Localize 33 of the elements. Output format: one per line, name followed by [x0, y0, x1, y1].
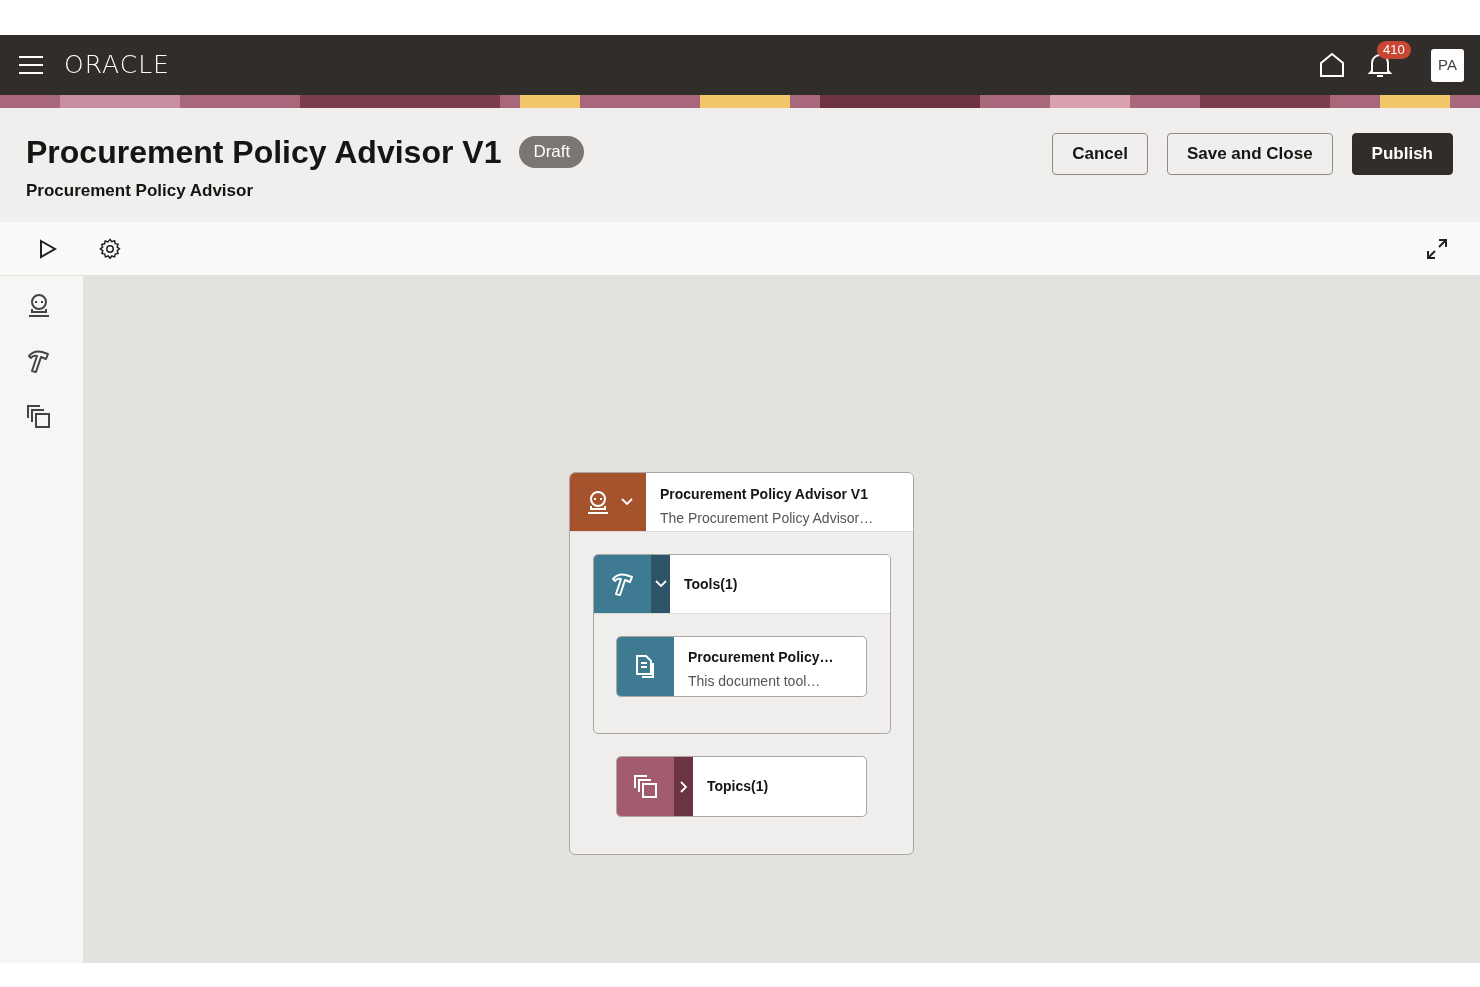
hammer-icon	[609, 571, 636, 597]
group-title: Tools(1)	[683, 574, 738, 594]
agent-card[interactable]: Procurement Policy Advisor V1 The Procurement Policy Advisor… Tools(1) Procurement Policy… This document tool… Topics(1)	[569, 472, 914, 855]
hammer-icon[interactable]	[26, 348, 52, 374]
page-subtitle: Procurement Policy Advisor	[26, 180, 255, 202]
robot-icon	[585, 489, 611, 515]
agent-description: The Procurement Policy Advisor…	[660, 509, 874, 528]
avatar-button[interactable]: PA	[1431, 48, 1464, 82]
chevron-right-icon[interactable]	[679, 780, 688, 793]
copy-icon[interactable]	[26, 404, 52, 430]
status-badge: Draft	[519, 136, 585, 168]
chevron-down-icon[interactable]	[654, 580, 667, 588]
tool-card[interactable]: Procurement Policy… This document tool…	[616, 636, 867, 697]
settings-icon[interactable]	[99, 237, 121, 260]
oracle-logo: ORACLE	[64, 49, 170, 82]
action-button[interactable]: Save and Close	[1166, 133, 1333, 175]
play-icon[interactable]	[38, 238, 58, 259]
home-icon[interactable]	[1319, 52, 1345, 78]
group-card[interactable]: Topics(1)	[616, 756, 867, 817]
menu-icon[interactable]	[18, 55, 44, 75]
tool-description: This document tool…	[688, 672, 822, 691]
copy-icon	[632, 773, 659, 800]
group-title: Topics(1)	[706, 777, 769, 796]
expand-icon[interactable]	[1426, 237, 1448, 260]
group-card[interactable]: Tools(1) Procurement Policy… This document tool…	[593, 554, 891, 734]
action-button[interactable]: Publish	[1351, 133, 1453, 175]
page-title: Procurement Policy Advisor V1	[26, 133, 502, 172]
action-button[interactable]: Cancel	[1052, 133, 1148, 175]
tool-title: Procurement Policy…	[688, 648, 834, 667]
robot-icon[interactable]	[26, 292, 52, 318]
agent-title: Procurement Policy Advisor V1	[660, 485, 869, 504]
chevron-down-icon[interactable]	[621, 498, 633, 506]
notification-count-badge: 410	[1377, 41, 1411, 59]
